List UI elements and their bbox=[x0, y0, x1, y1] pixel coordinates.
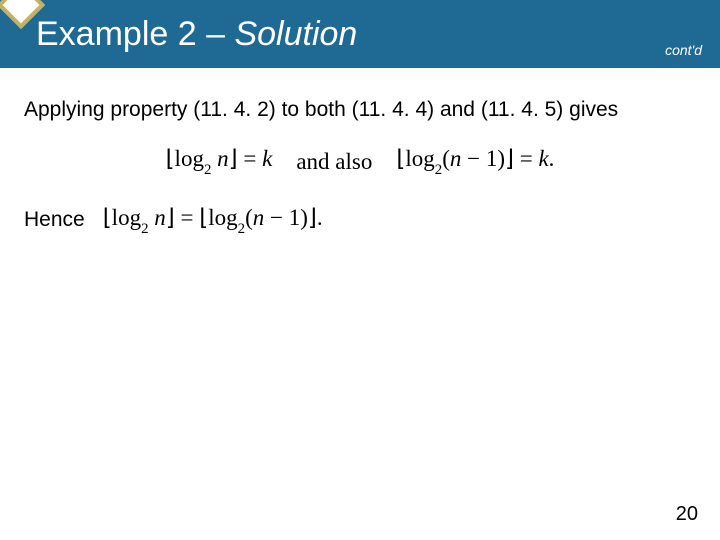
slide-content: Applying property (11. 4. 2) to both (11… bbox=[0, 68, 720, 236]
joiner-text: and also bbox=[296, 149, 372, 175]
equation-3: ⌊log2 n⌋ = ⌊log2(n − 1)⌋. bbox=[103, 205, 323, 236]
title-text-plain: Example 2 – bbox=[36, 15, 234, 53]
continued-label: cont'd bbox=[665, 42, 702, 58]
slide-header: Example 2 – Solution cont'd bbox=[0, 0, 720, 68]
hence-row: Hence ⌊log2 n⌋ = ⌊log2(n − 1)⌋. bbox=[24, 205, 696, 236]
hence-label: Hence bbox=[24, 208, 85, 232]
title-text-italic: Solution bbox=[234, 15, 357, 53]
intro-text: Applying property (11. 4. 2) to both (11… bbox=[24, 96, 696, 124]
page-number: 20 bbox=[676, 503, 698, 526]
formula-row-1: ⌊log2 n⌋ = k and also ⌊log2(n − 1)⌋ = k. bbox=[24, 146, 696, 177]
slide-title: Example 2 – Solution bbox=[36, 15, 357, 54]
equation-1: ⌊log2 n⌋ = k bbox=[166, 146, 273, 177]
equation-2: ⌊log2(n − 1)⌋ = k. bbox=[396, 146, 554, 177]
